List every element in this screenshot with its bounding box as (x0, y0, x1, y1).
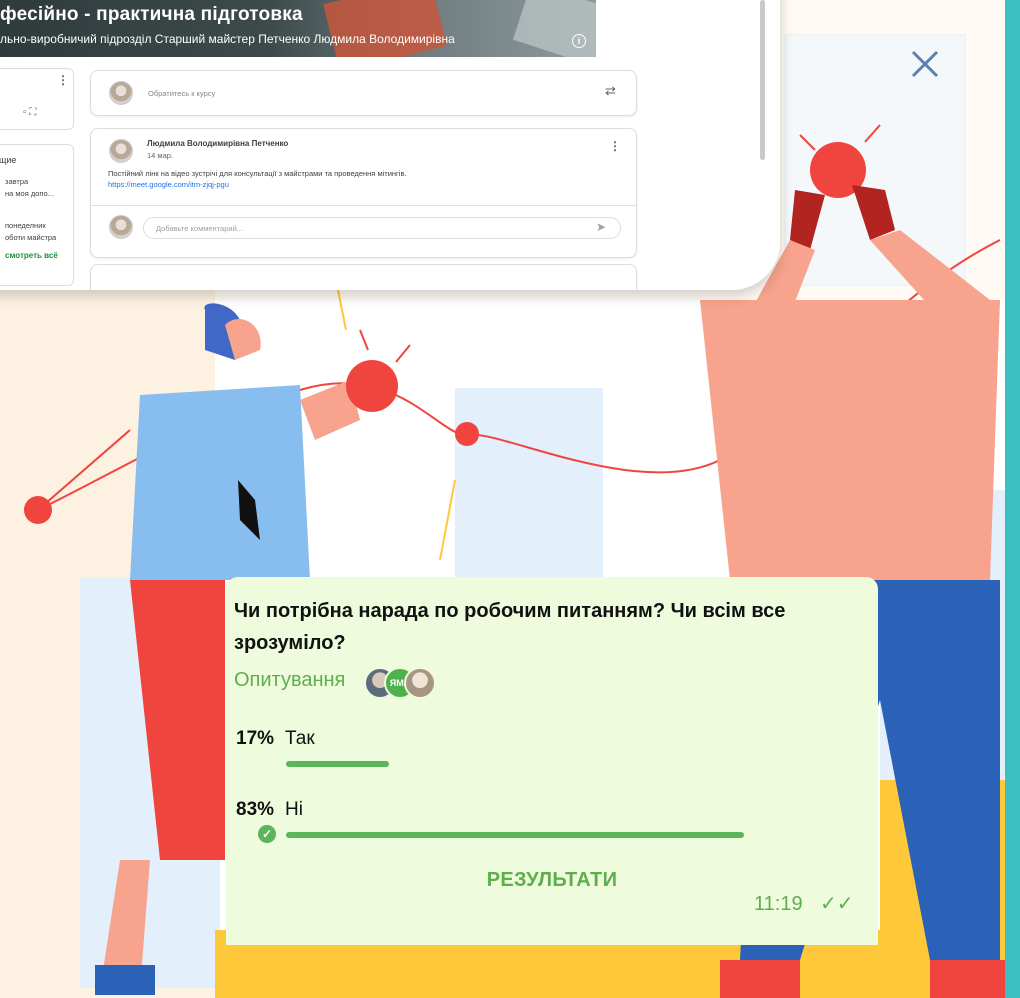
more-vert-icon[interactable]: ⋮ (609, 139, 621, 153)
post-text: Постійний лінк на відео зустрічі для кон… (108, 169, 407, 178)
view-all-link[interactable]: смотреть всё (5, 251, 58, 260)
check-icon: ✓ (258, 825, 276, 843)
avatar (109, 81, 133, 105)
upcoming-line: оботи майстра (5, 233, 57, 242)
voter-avatars: ЯМА (364, 667, 444, 701)
close-icon[interactable] (905, 44, 945, 84)
course-title: фесійно - практична підготовка (0, 4, 303, 25)
banner-decoration-2 (512, 0, 596, 57)
divider (91, 205, 636, 206)
option-label: Так (285, 728, 315, 749)
upcoming-card: щие завтра на моя допо... понеделник обо… (0, 144, 74, 286)
option-bar (286, 832, 744, 838)
commenter-avatar (109, 215, 133, 239)
poll-question: Чи потрібна нарада по робочим питанням? … (234, 600, 786, 654)
announcement-post: Людмила Володимирівна Петченко 14 мар. ⋮… (90, 128, 637, 258)
option-bar (286, 761, 389, 767)
info-icon[interactable]: i (572, 34, 586, 48)
comment-placeholder: Добавьте комментарий... (156, 224, 244, 233)
send-icon[interactable]: ➤ (596, 220, 606, 234)
option-label: Ні (285, 799, 303, 820)
course-banner: фесійно - практична підготовка льно-виро… (0, 0, 596, 57)
option-percent: 83% (236, 799, 275, 820)
scrollbar[interactable] (760, 0, 765, 160)
message-time: 11:19 (754, 893, 803, 915)
comment-input[interactable]: Добавьте комментарий... ➤ (143, 217, 621, 239)
classroom-window: фесійно - практична підготовка льно-виро… (0, 0, 780, 290)
poll-message: Чи потрібна нарада по робочим питанням? … (226, 577, 878, 945)
poll-type-label: Опитування (234, 669, 346, 691)
double-check-icon: ✓✓ (820, 893, 854, 915)
results-button[interactable]: РЕЗУЛЬТАТИ (226, 869, 878, 892)
upcoming-line: понеделник (5, 221, 46, 230)
share-placeholder: Обратитесь к курсу (148, 89, 216, 98)
post-author: Людмила Володимирівна Петченко (147, 139, 289, 148)
upcoming-line: на моя допо... (5, 189, 54, 198)
voter-avatar (404, 667, 436, 699)
upcoming-line: завтра (5, 177, 29, 186)
next-post (90, 264, 637, 290)
post-link[interactable]: https://meet.google.com/itm-zjqj-pgu (108, 180, 229, 189)
option-percent: 17% (236, 728, 275, 749)
upcoming-title: щие (0, 155, 17, 165)
post-date: 14 мар. (147, 151, 174, 160)
fullscreen-icon[interactable]: ▫ ⛶ (23, 107, 36, 118)
share-box[interactable]: Обратитесь к курсу ⇄ (90, 70, 637, 116)
banner-decoration (323, 0, 447, 57)
course-subtitle: льно-виробничий підрозділ Старший майсте… (0, 32, 455, 46)
class-code-card: ⋮ ▫ ⛶ (0, 68, 74, 130)
repost-icon[interactable]: ⇄ (605, 83, 616, 99)
more-vert-icon[interactable]: ⋮ (57, 73, 69, 87)
author-avatar (109, 139, 133, 163)
